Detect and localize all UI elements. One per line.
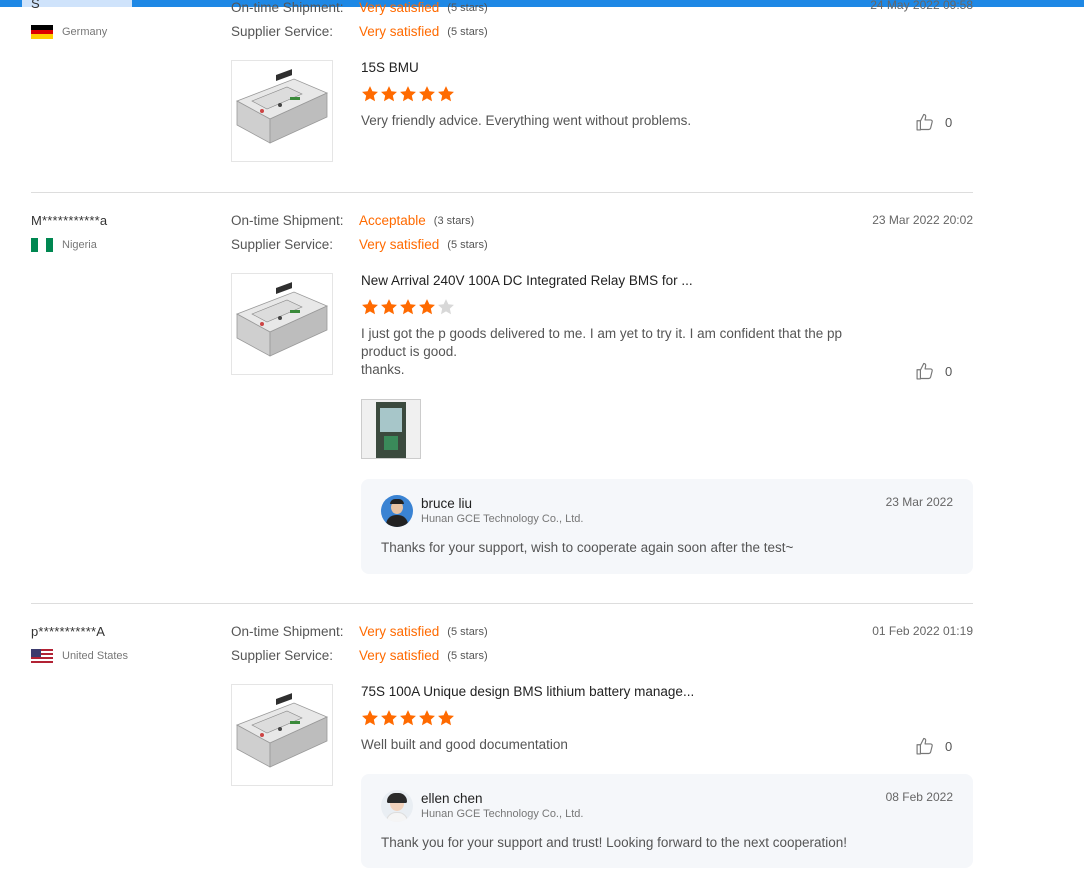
star-icon <box>437 709 455 727</box>
like-button[interactable]: 0 <box>915 112 952 132</box>
review-item: p***********A United States On-time Ship… <box>31 624 973 873</box>
like-count: 0 <box>945 738 953 754</box>
service-rating: Supplier Service: Very satisfied (5 star… <box>231 237 488 252</box>
service-stars: (5 stars) <box>447 649 488 662</box>
star-icon <box>418 709 436 727</box>
service-value: Very satisfied <box>359 237 440 252</box>
united-states-flag-icon <box>31 649 53 663</box>
product-image[interactable] <box>231 273 333 375</box>
shipment-label: On-time Shipment: <box>231 213 344 228</box>
shipment-rating: On-time Shipment: Very satisfied (5 star… <box>231 624 488 639</box>
germany-flag-icon <box>31 25 53 39</box>
shipment-rating: On-time Shipment: Very satisfied (5 star… <box>231 0 488 15</box>
shipment-stars: (3 stars) <box>433 214 475 227</box>
country-label: Nigeria <box>62 239 97 251</box>
country-label: Germany <box>62 26 108 38</box>
star-icon <box>380 709 398 727</box>
review-photo-thumbnail[interactable] <box>361 399 421 459</box>
shipment-value: Acceptable <box>359 213 426 228</box>
country-label: United States <box>62 650 129 662</box>
reply-text: Thank you for your support and trust! Lo… <box>381 835 848 850</box>
service-stars: (5 stars) <box>447 25 488 38</box>
star-icon <box>361 709 379 727</box>
like-button[interactable]: 0 <box>915 736 952 756</box>
seller-company: Hunan GCE Technology Co., Ltd. <box>421 513 584 525</box>
seller-avatar <box>381 790 413 822</box>
reply-date: 08 Feb 2022 <box>885 790 953 804</box>
star-icon <box>437 85 455 103</box>
reviewer-country: United States <box>31 649 128 663</box>
like-count: 0 <box>945 114 953 130</box>
thumbs-up-icon <box>915 361 935 381</box>
review-text: Very friendly advice. Everything went wi… <box>361 113 692 128</box>
seller-reply: ellen chen Hunan GCE Technology Co., Ltd… <box>361 774 973 868</box>
star-rating <box>361 298 455 316</box>
product-title[interactable]: 75S 100A Unique design BMS lithium batte… <box>361 684 694 699</box>
service-label: Supplier Service: <box>231 24 334 39</box>
review-date: 23 Mar 2022 20:02 <box>872 213 973 227</box>
reviewer-name: S <box>31 0 40 11</box>
like-button[interactable]: 0 <box>915 361 952 381</box>
review-divider <box>31 603 973 604</box>
service-value: Very satisfied <box>359 24 440 39</box>
star-icon <box>418 298 436 316</box>
review-text: I just got the p goods delivered to me. … <box>361 325 881 379</box>
service-rating: Supplier Service: Very satisfied (5 star… <box>231 648 488 663</box>
review-text-line: I just got the p goods delivered to me. … <box>361 326 843 341</box>
like-count: 0 <box>945 363 953 379</box>
star-icon <box>399 298 417 316</box>
seller-company: Hunan GCE Technology Co., Ltd. <box>421 808 584 820</box>
shipment-label: On-time Shipment: <box>231 0 344 15</box>
reviewer-name: p***********A <box>31 624 106 639</box>
reply-date: 23 Mar 2022 <box>885 495 953 509</box>
shipment-value: Very satisfied <box>359 0 440 15</box>
review-text-line: thanks. <box>361 362 405 377</box>
review-item: M***********a Nigeria On-time Shipment: … <box>31 213 973 593</box>
shipment-rating: On-time Shipment: Acceptable (3 stars) <box>231 213 474 228</box>
review-text: Well built and good documentation <box>361 737 568 752</box>
review-date: 01 Feb 2022 01:19 <box>872 624 973 638</box>
review-date: 24 May 2022 09:58 <box>870 0 973 12</box>
seller-avatar <box>381 495 413 527</box>
star-rating <box>361 85 455 103</box>
star-icon <box>361 85 379 103</box>
seller-reply: bruce liu Hunan GCE Technology Co., Ltd.… <box>361 479 973 574</box>
shipment-label: On-time Shipment: <box>231 624 344 639</box>
reply-text: Thanks for your support, wish to coopera… <box>381 540 794 555</box>
star-icon <box>380 85 398 103</box>
seller-name: bruce liu <box>421 496 473 511</box>
star-icon <box>399 85 417 103</box>
reviewer-name: M***********a <box>31 213 108 228</box>
service-label: Supplier Service: <box>231 648 334 663</box>
shipment-stars: (5 stars) <box>447 625 488 638</box>
reviewer-country: Nigeria <box>31 238 97 252</box>
product-image[interactable] <box>231 60 333 162</box>
service-rating: Supplier Service: Very satisfied (5 star… <box>231 24 488 39</box>
thumbs-up-icon <box>915 112 935 132</box>
star-rating <box>361 709 455 727</box>
reviewer-country: Germany <box>31 25 107 39</box>
review-divider <box>31 192 973 193</box>
star-icon <box>399 709 417 727</box>
star-icon <box>361 298 379 316</box>
product-image[interactable] <box>231 684 333 786</box>
shipment-stars: (5 stars) <box>447 1 488 14</box>
review-item: S Germany On-time Shipment: Very satisfi… <box>31 0 973 190</box>
service-value: Very satisfied <box>359 648 440 663</box>
service-label: Supplier Service: <box>231 237 334 252</box>
product-title[interactable]: 15S BMU <box>361 60 419 75</box>
star-icon <box>418 85 436 103</box>
service-stars: (5 stars) <box>447 238 488 251</box>
seller-name: ellen chen <box>421 791 483 806</box>
shipment-value: Very satisfied <box>359 624 440 639</box>
star-icon <box>437 298 455 316</box>
star-icon <box>380 298 398 316</box>
product-title[interactable]: New Arrival 240V 100A DC Integrated Rela… <box>361 273 693 288</box>
review-text-line: product is good. <box>361 344 458 359</box>
thumbs-up-icon <box>915 736 935 756</box>
nigeria-flag-icon <box>31 238 53 252</box>
